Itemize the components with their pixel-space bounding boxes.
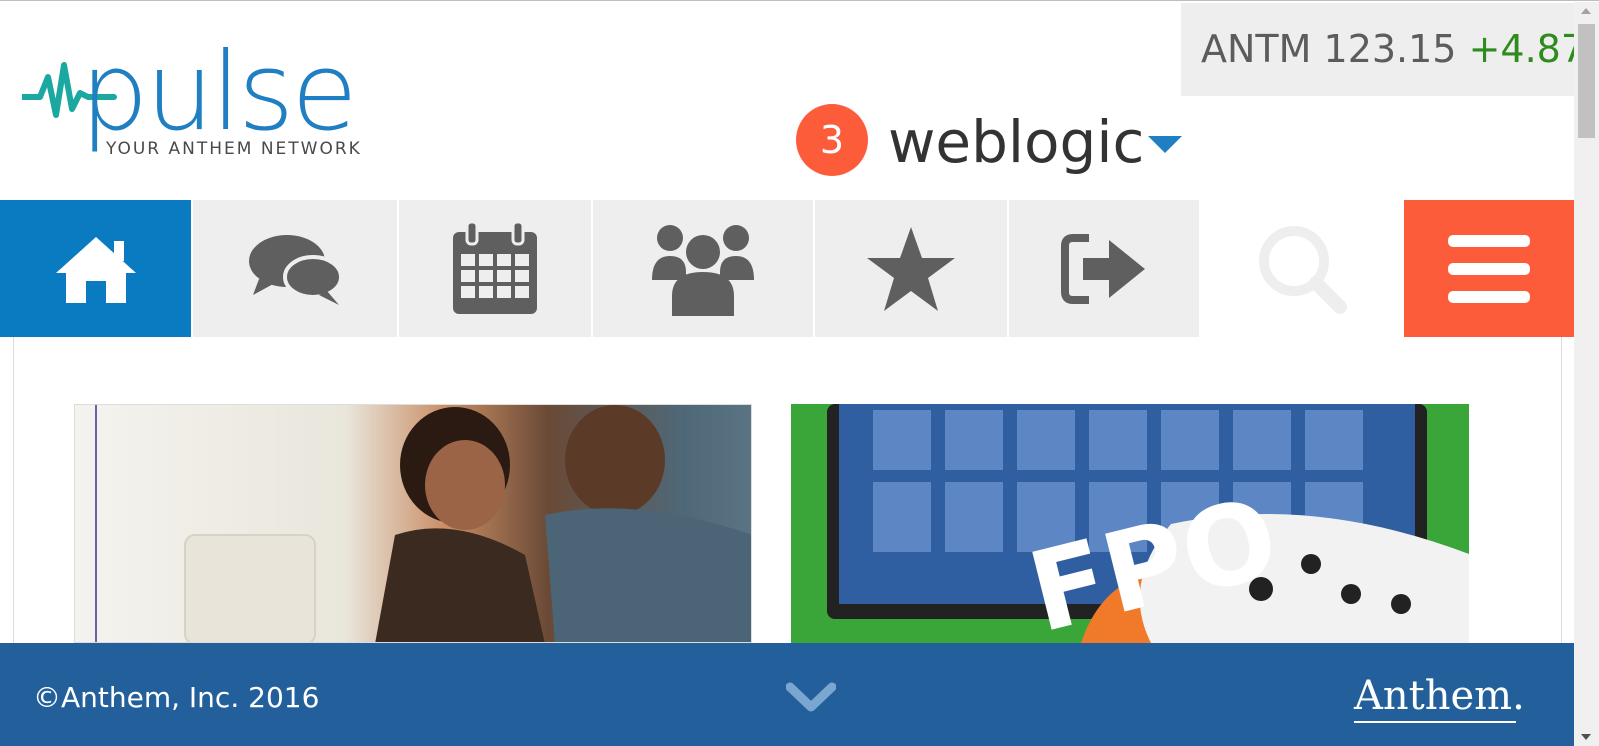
copyright-text: ©Anthem, Inc. 2016: [33, 681, 320, 714]
vertical-scrollbar[interactable]: [1574, 2, 1599, 746]
nav-search[interactable]: [1199, 200, 1404, 337]
stock-price: 123.15: [1323, 27, 1457, 71]
chevron-down-icon[interactable]: [786, 681, 836, 715]
logo-tagline: YOUR ANTHEM NETWORK: [106, 139, 362, 159]
logo-word: pulse: [80, 30, 358, 155]
games-tv-image[interactable]: FPO: [791, 404, 1469, 643]
nav-menu[interactable]: [1404, 200, 1574, 337]
scrollbar-thumb[interactable]: [1578, 24, 1595, 138]
anthem-logo-underline: [1354, 721, 1516, 723]
anthem-logo: Anthem.: [1354, 673, 1525, 719]
stock-quote: ANTM 123.15 +4.87: [1201, 27, 1585, 71]
nav-favorites[interactable]: [815, 200, 1007, 337]
group-icon: [652, 224, 754, 316]
stock-symbol: ANTM: [1201, 27, 1312, 71]
pulse-logo[interactable]: pulse YOUR ANTHEM NETWORK: [22, 39, 382, 165]
nav-logout[interactable]: [1009, 200, 1199, 337]
stock-ticker: ANTM 123.15 +4.87: [1181, 3, 1585, 96]
games-tv-photo: FPO: [827, 404, 1469, 643]
hamburger-menu-icon: [1448, 234, 1530, 303]
couple-photo: [95, 405, 751, 642]
user-menu[interactable]: 3 weblogic: [796, 104, 1186, 178]
nav-people[interactable]: [593, 200, 813, 337]
scroll-down-icon[interactable]: [1581, 734, 1591, 740]
page: pulse YOUR ANTHEM NETWORK ANTM 123.15 +4…: [0, 0, 1599, 746]
nav-calendar[interactable]: [399, 200, 591, 337]
home-icon: [55, 236, 136, 303]
username[interactable]: weblogic: [888, 108, 1144, 176]
star-icon: [867, 226, 955, 311]
nav-home[interactable]: [0, 200, 191, 337]
notification-badge[interactable]: 3: [796, 104, 868, 176]
content-area: FPO: [13, 337, 1562, 643]
main-nav: [0, 200, 1574, 337]
calendar-icon: [453, 221, 537, 314]
couple-laptop-image[interactable]: [74, 404, 752, 643]
nav-messages[interactable]: [193, 200, 397, 337]
search-icon: [1258, 225, 1347, 314]
stock-change: +4.87: [1468, 27, 1586, 71]
sign-out-icon: [1061, 233, 1145, 304]
chat-bubbles-icon: [249, 234, 343, 305]
chevron-down-icon[interactable]: [1148, 136, 1182, 153]
footer: ©Anthem, Inc. 2016 Anthem.: [0, 643, 1574, 746]
scroll-up-icon[interactable]: [1581, 8, 1591, 14]
